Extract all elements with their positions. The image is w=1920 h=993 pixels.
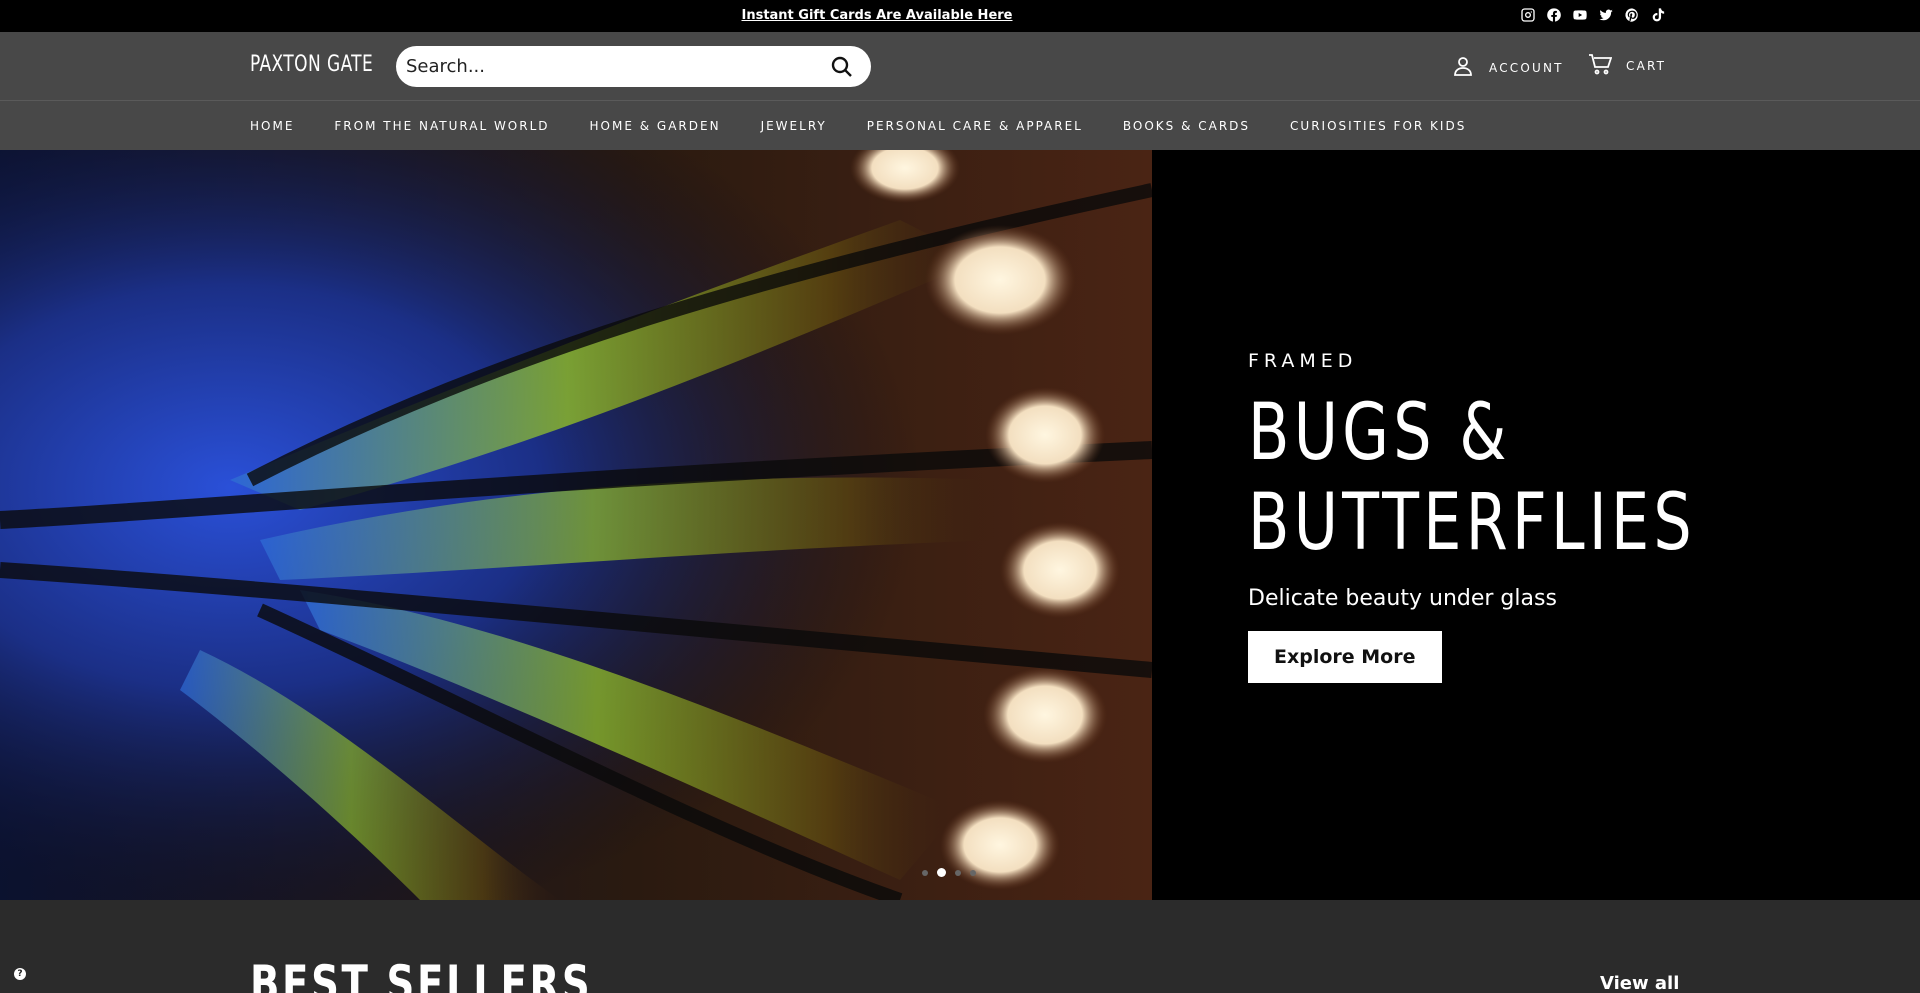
butterfly-wing-image — [0, 150, 1152, 900]
announcement-bar: Instant Gift Cards Are Available Here — [0, 0, 1920, 32]
pinterest-icon[interactable] — [1623, 6, 1641, 24]
nav-item-home-garden[interactable]: HOME & GARDEN — [590, 119, 721, 133]
main-nav: HOME FROM THE NATURAL WORLD HOME & GARDE… — [0, 101, 1920, 150]
site-logo[interactable]: PAXTON GATE — [250, 52, 373, 77]
cart-icon — [1588, 52, 1613, 80]
nav-item-curiosities-kids[interactable]: CURIOSITIES FOR KIDS — [1290, 119, 1466, 133]
hero-content: FRAMED BUGS & BUTTERFLIES Delicate beaut… — [1248, 350, 1868, 683]
slide-dot-1[interactable] — [922, 869, 928, 876]
explore-more-button[interactable]: Explore More — [1248, 631, 1442, 683]
user-icon — [1451, 54, 1475, 82]
view-all-link[interactable]: View all — [1600, 973, 1679, 993]
slide-dot-2[interactable] — [937, 868, 946, 877]
slide-dot-4[interactable] — [970, 869, 976, 876]
hero-eyebrow: FRAMED — [1248, 350, 1358, 372]
hero-heading: BUGS & BUTTERFLIES — [1248, 388, 1781, 568]
nav-item-books-cards[interactable]: BOOKS & CARDS — [1123, 119, 1250, 133]
facebook-icon[interactable] — [1545, 6, 1563, 24]
account-link[interactable]: ACCOUNT — [1451, 54, 1564, 82]
hero-subtext: Delicate beauty under glass — [1248, 586, 1557, 611]
youtube-icon[interactable] — [1571, 6, 1589, 24]
hero-heading-line2: BUTTERFLIES — [1248, 478, 1697, 568]
social-links — [1519, 6, 1667, 24]
tiktok-icon[interactable] — [1649, 6, 1667, 24]
nav-item-jewelry[interactable]: JEWELRY — [761, 119, 827, 133]
search-input[interactable] — [406, 46, 806, 87]
hero-slideshow: FRAMED BUGS & BUTTERFLIES Delicate beaut… — [0, 150, 1920, 900]
accessibility-icon[interactable]: ? — [14, 968, 26, 980]
account-label: ACCOUNT — [1489, 61, 1564, 75]
cart-link[interactable]: CART — [1588, 52, 1666, 80]
search-icon[interactable] — [830, 55, 854, 83]
slide-dots — [922, 868, 976, 877]
slide-dot-3[interactable] — [955, 869, 961, 876]
nav-item-home[interactable]: HOME — [250, 119, 294, 133]
gift-card-link[interactable]: Instant Gift Cards Are Available Here — [0, 0, 1754, 32]
cart-label: CART — [1626, 59, 1667, 73]
nav-item-natural-world[interactable]: FROM THE NATURAL WORLD — [334, 119, 549, 133]
site-header: PAXTON GATE ACCOUNT CART — [0, 32, 1920, 101]
instagram-icon[interactable] — [1519, 6, 1537, 24]
search-bar — [396, 46, 871, 87]
best-sellers-title: BEST SELLERS — [250, 955, 593, 993]
best-sellers-section: ? BEST SELLERS View all — [0, 900, 1920, 993]
hero-heading-line1: BUGS & — [1248, 388, 1511, 478]
twitter-icon[interactable] — [1597, 6, 1615, 24]
nav-item-personal-care[interactable]: PERSONAL CARE & APPAREL — [867, 119, 1083, 133]
